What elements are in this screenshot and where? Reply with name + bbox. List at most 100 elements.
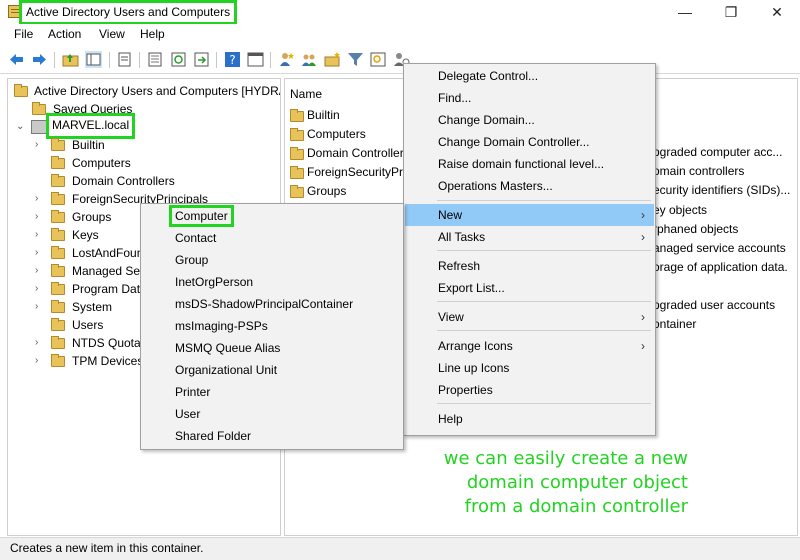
minimize-button[interactable]: — [662, 0, 708, 24]
folder-icon [51, 282, 65, 295]
menu-view[interactable]: View [99, 27, 125, 41]
context-menu-item-label: All Tasks [438, 230, 486, 244]
list-row-description: omain controllers [653, 164, 745, 178]
folder-icon [51, 246, 65, 259]
list-row-description: anaged service accounts [653, 241, 786, 255]
tree-item-label: Groups [72, 210, 112, 224]
svg-text:?: ? [229, 53, 235, 67]
add-ou-icon[interactable] [324, 51, 341, 68]
chevron-right-icon[interactable]: › [35, 226, 38, 244]
context-menu-item-label: Delegate Control... [438, 69, 539, 83]
folder-icon [51, 174, 65, 187]
tree-item-label: Computers [72, 156, 131, 170]
new-submenu-item-contact[interactable]: Contact [142, 227, 216, 249]
filter-icon[interactable] [347, 51, 364, 68]
snapin-icon [14, 84, 28, 97]
folder-icon [290, 128, 304, 141]
context-menu: Delegate Control... Find... Change Domain.… [403, 63, 656, 436]
new-submenu-item-computer[interactable]: Computer [142, 205, 234, 227]
status-bar: Creates a new item in this container. [0, 537, 800, 560]
new-submenu-item-label: InetOrgPerson [175, 275, 254, 289]
refresh-icon[interactable] [170, 51, 187, 68]
new-submenu-item-group[interactable]: Group [142, 249, 208, 271]
context-menu-item-view[interactable]: View › [405, 306, 654, 328]
new-submenu-item-inetorgperson[interactable]: InetOrgPerson [142, 271, 253, 293]
chevron-right-icon[interactable]: › [35, 136, 38, 154]
chevron-right-icon[interactable]: › [35, 244, 38, 262]
context-menu-item-new[interactable]: New › [405, 204, 654, 226]
list-row-name: Builtin [307, 108, 340, 122]
chevron-right-icon[interactable]: › [35, 280, 38, 298]
folder-icon [51, 318, 65, 331]
up-folder-icon[interactable] [62, 51, 79, 68]
context-menu-item-change-domain-controller[interactable]: Change Domain Controller... [405, 131, 654, 153]
column-header-name[interactable]: Name [285, 79, 405, 105]
annotation-line-2: domain computer object [466, 472, 688, 493]
menu-separator [437, 301, 651, 302]
context-menu-item-arrange-icons[interactable]: Arrange Icons › [405, 335, 654, 357]
folder-icon [290, 147, 304, 160]
tree-item-label: NTDS Quotas [72, 336, 147, 350]
new-submenu-item-shared-folder[interactable]: Shared Folder [142, 425, 251, 447]
add-group-icon[interactable] [301, 51, 318, 68]
menu-file[interactable]: File [14, 27, 33, 41]
folder-icon [51, 300, 65, 313]
menu-separator [437, 403, 651, 404]
console-view-icon[interactable] [247, 51, 264, 68]
tree-item-label: Keys [72, 228, 99, 242]
new-submenu-item-organizational-unit[interactable]: Organizational Unit [142, 359, 277, 381]
new-submenu-item-label: User [175, 407, 201, 421]
status-text: Creates a new item in this container. [10, 541, 204, 555]
list-row-name: Domain Controller [307, 146, 404, 160]
find-icon[interactable] [370, 51, 387, 68]
new-submenu-item-label: MSMQ Queue Alias [175, 341, 281, 355]
context-menu-item-label: Line up Icons [438, 361, 510, 375]
menu-help[interactable]: Help [140, 27, 165, 41]
properties-icon[interactable] [116, 51, 133, 68]
list-row-description: pgraded user accounts [653, 298, 776, 312]
new-submenu-item-msimaging-psps[interactable]: msImaging-PSPs [142, 315, 268, 337]
add-user-icon[interactable] [278, 51, 295, 68]
context-menu-item-label: Refresh [438, 259, 481, 273]
folder-icon [51, 156, 65, 169]
context-menu-item-operations-masters[interactable]: Operations Masters... [405, 175, 654, 197]
forward-arrow-icon[interactable] [31, 51, 48, 68]
chevron-right-icon[interactable]: › [35, 262, 38, 280]
new-submenu-item-printer[interactable]: Printer [142, 381, 210, 403]
new-submenu-item-msmq-queue-alias[interactable]: MSMQ Queue Alias [142, 337, 280, 359]
new-submenu-item-user[interactable]: User [142, 403, 200, 425]
export-list-icon[interactable] [147, 51, 164, 68]
back-arrow-icon[interactable] [8, 51, 25, 68]
context-menu-item-help[interactable]: Help [405, 408, 654, 430]
new-submenu: Computer Contact Group InetOrgPerson msDS-Sh… [140, 203, 404, 450]
chevron-right-icon[interactable]: › [35, 298, 38, 316]
chevron-right-icon[interactable]: › [35, 334, 38, 352]
chevron-right-icon[interactable]: › [35, 352, 38, 370]
context-menu-item-label: View [438, 310, 464, 324]
context-menu-item-export-list[interactable]: Export List... [405, 277, 654, 299]
context-menu-item-refresh[interactable]: Refresh [405, 255, 654, 277]
chevron-down-icon[interactable]: ⌄ [16, 118, 24, 136]
new-submenu-item-msds-shadowprincipalcontainer[interactable]: msDS-ShadowPrincipalContainer [142, 293, 353, 315]
tree-item-label: LostAndFoun [72, 246, 144, 260]
chevron-right-icon[interactable]: › [35, 190, 38, 208]
menu-action[interactable]: Action [48, 27, 81, 41]
context-menu-item-find[interactable]: Find... [405, 87, 654, 109]
export-icon[interactable] [193, 51, 210, 68]
help-icon[interactable]: ? [224, 51, 241, 68]
close-button[interactable]: ✕ [754, 0, 800, 24]
aduc-app-icon [8, 5, 22, 18]
context-menu-item-all-tasks[interactable]: All Tasks › [405, 226, 654, 248]
show-console-tree-icon[interactable] [85, 51, 102, 68]
folder-icon [51, 354, 65, 367]
context-menu-item-delegate-control[interactable]: Delegate Control... [405, 65, 654, 87]
context-menu-item-change-domain[interactable]: Change Domain... [405, 109, 654, 131]
context-menu-item-raise-domain-functional-level[interactable]: Raise domain functional level... [405, 153, 654, 175]
annotation-line-1: we can easily create a new [443, 448, 688, 469]
maximize-button[interactable]: ❐ [708, 0, 754, 24]
folder-icon [290, 166, 304, 179]
context-menu-item-line-up-icons[interactable]: Line up Icons [405, 357, 654, 379]
context-menu-item-properties[interactable]: Properties [405, 379, 654, 401]
chevron-right-icon[interactable]: › [35, 208, 38, 226]
window-title: Active Directory Users and Computers [18, 0, 238, 25]
